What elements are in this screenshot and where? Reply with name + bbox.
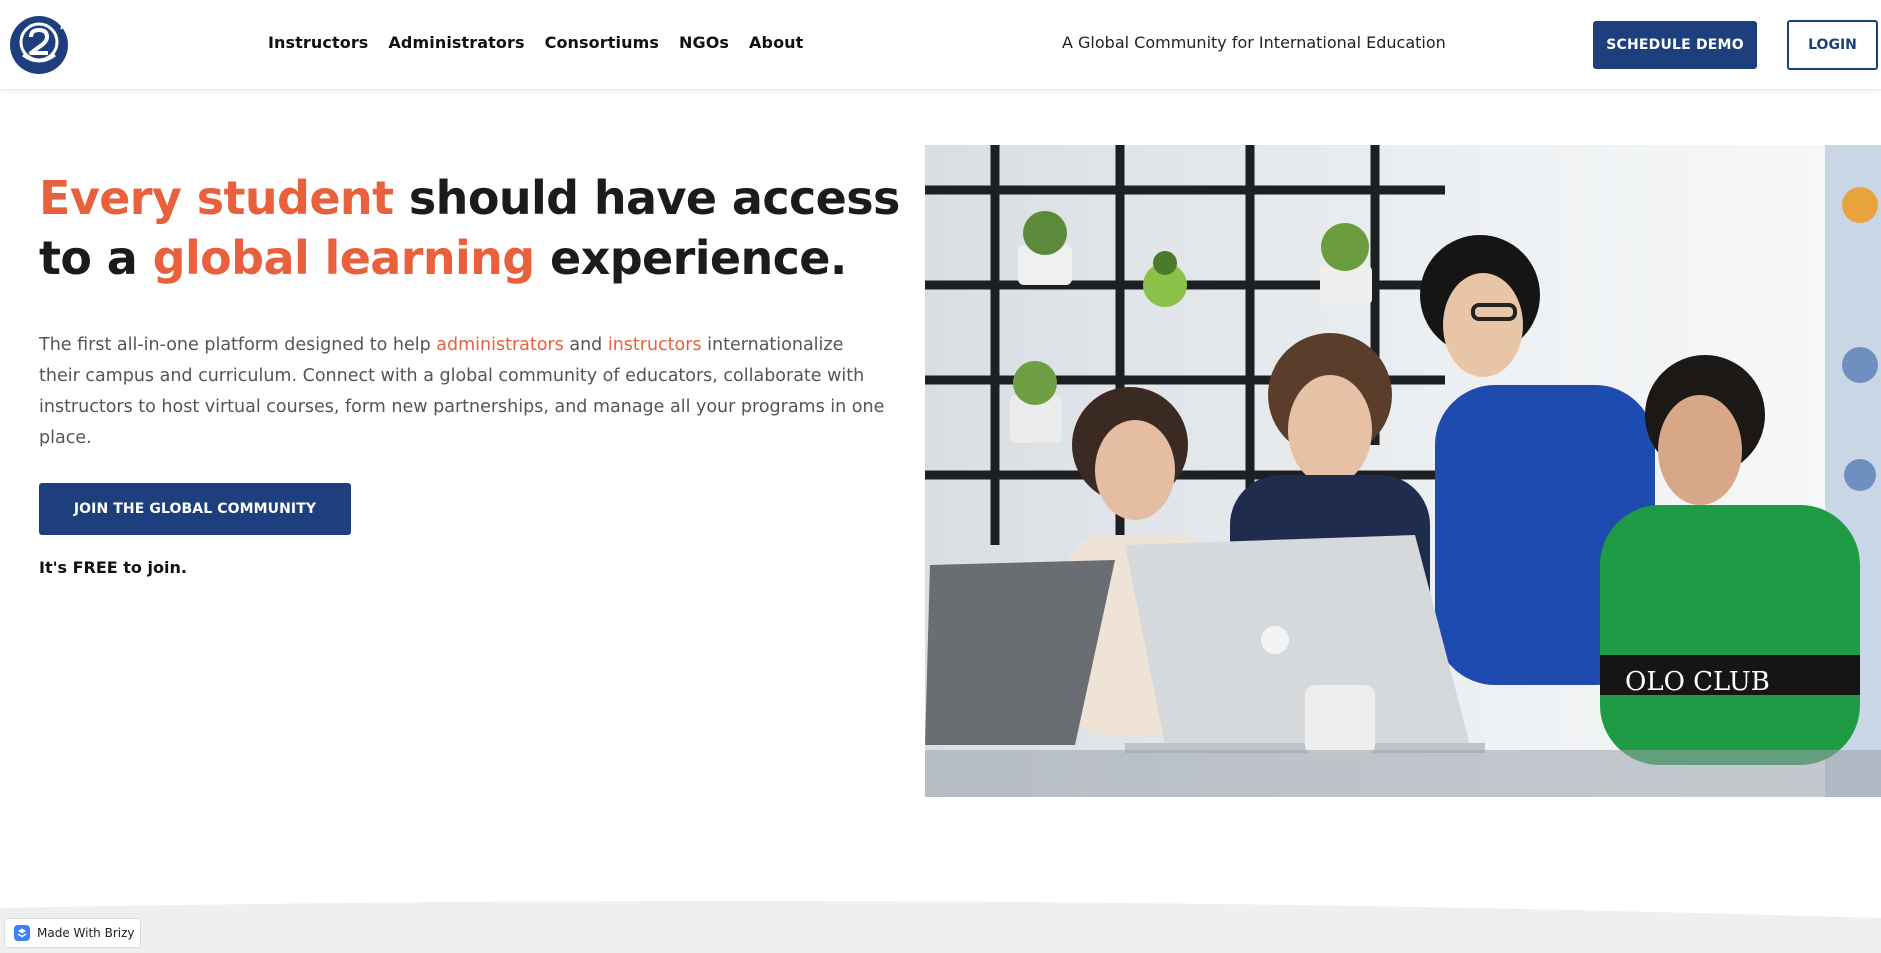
made-with-brizy-badge[interactable]: Made With Brizy: [4, 918, 141, 948]
brizy-label: Made With Brizy: [37, 926, 135, 940]
bottom-band-curve: [0, 900, 1881, 953]
hero-title: Every student should have access to a gl…: [39, 168, 929, 288]
hero-photo: OLO CLUB: [925, 145, 1881, 797]
nav-consortiums[interactable]: Consortiums: [545, 33, 659, 52]
free-note: It's FREE to join.: [39, 558, 187, 577]
nav-administrators[interactable]: Administrators: [388, 33, 524, 52]
nav-about[interactable]: About: [749, 33, 803, 52]
main-nav: Instructors Administrators Consortiums N…: [268, 33, 803, 52]
nav-ngos[interactable]: NGOs: [679, 33, 729, 52]
hero-title-accent-1: Every student: [39, 171, 394, 225]
schedule-demo-button[interactable]: SCHEDULE DEMO: [1593, 21, 1757, 69]
svg-text:OLO CLUB: OLO CLUB: [1625, 667, 1770, 697]
logo[interactable]: [9, 15, 69, 75]
join-community-button[interactable]: JOIN THE GLOBAL COMMUNITY: [39, 483, 351, 535]
site-header: Instructors Administrators Consortiums N…: [0, 0, 1881, 90]
hero-photo-illustration: OLO CLUB: [925, 145, 1881, 797]
instructors-link[interactable]: instructors: [608, 335, 702, 355]
nav-instructors[interactable]: Instructors: [268, 33, 368, 52]
brizy-icon: [14, 925, 30, 941]
desc-text-2: and: [563, 335, 608, 355]
hero-title-accent-2: global learning: [152, 231, 536, 285]
login-button[interactable]: LOGIN: [1787, 20, 1878, 70]
hero-description: The first all-in-one platform designed t…: [39, 330, 889, 454]
desc-text-1: The first all-in-one platform designed t…: [39, 335, 437, 355]
administrators-link[interactable]: administrators: [436, 335, 563, 355]
globe-2-logo-icon: [10, 16, 68, 74]
hero-title-text-2: experience.: [534, 231, 847, 285]
header-tagline: A Global Community for International Edu…: [1062, 33, 1446, 52]
